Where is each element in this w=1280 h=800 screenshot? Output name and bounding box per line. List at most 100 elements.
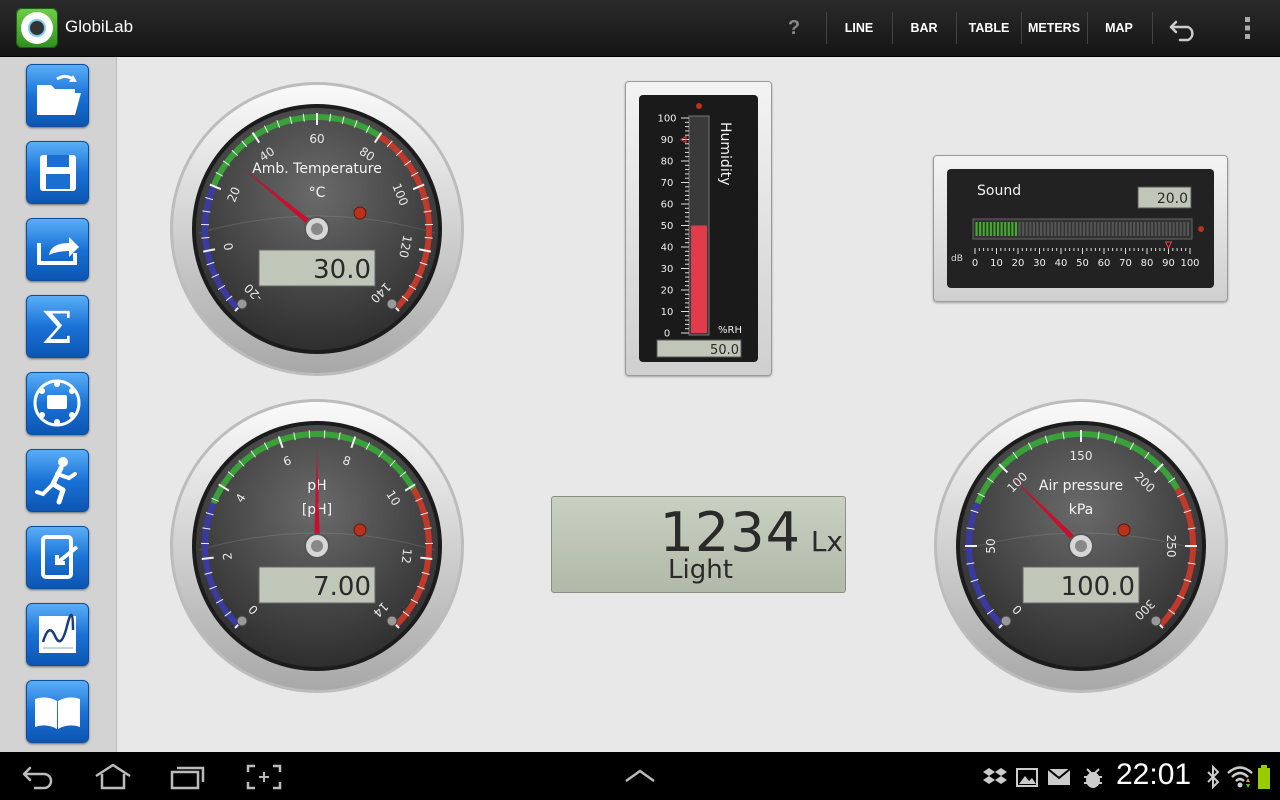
sound-tick-label: 90 bbox=[1162, 258, 1175, 269]
sound-bar-segment bbox=[1072, 222, 1075, 236]
graph-button[interactable] bbox=[26, 603, 89, 666]
sound-bar-segment bbox=[975, 222, 978, 236]
humidity-tick-label: 90 bbox=[661, 135, 674, 146]
tab-meters[interactable]: METERS bbox=[1022, 0, 1086, 56]
graph-icon bbox=[39, 613, 76, 653]
sound-bar-segment bbox=[1057, 222, 1060, 236]
gauge-minor-tick bbox=[424, 236, 433, 239]
humidity-tick-label: 30 bbox=[661, 264, 674, 275]
humidity-title: Humidity bbox=[717, 122, 733, 185]
humidity-tick-label: 50 bbox=[661, 221, 674, 232]
home-icon[interactable] bbox=[92, 762, 134, 790]
sound-tick-label: 50 bbox=[1076, 258, 1089, 269]
humidity-meter-graphic: 1009080706050403020100Humidity%RH50.0 bbox=[639, 95, 758, 362]
humidity-tick-label: 40 bbox=[661, 243, 674, 254]
wifi-icon bbox=[1227, 766, 1253, 788]
sound-bar-segment bbox=[1115, 222, 1118, 236]
humidity-unit: %RH bbox=[718, 325, 742, 336]
sound-bar-segment bbox=[1004, 222, 1007, 236]
up-arrow-icon[interactable] bbox=[624, 768, 656, 784]
tab-bar[interactable]: BAR bbox=[893, 0, 955, 56]
gauge-value: 100.0 bbox=[1061, 572, 1135, 602]
gauge-tick-label: 12 bbox=[399, 548, 415, 565]
gauge-needle-cap bbox=[311, 540, 323, 552]
gauge-minor-tick bbox=[308, 430, 311, 439]
sound-bar-segment bbox=[1183, 222, 1186, 236]
gauge-major-tick bbox=[420, 556, 433, 560]
gauge-max-screw bbox=[1150, 615, 1162, 627]
sound-unit: dB bbox=[951, 254, 963, 264]
sound-bar-segment bbox=[1129, 222, 1132, 236]
gauge-tick-label: 2 bbox=[220, 551, 235, 560]
tab-line[interactable]: LINE bbox=[828, 0, 890, 56]
sigma-icon: Σ bbox=[41, 303, 72, 354]
humidity-tick-label: 20 bbox=[661, 286, 674, 297]
sensor-setup-button[interactable] bbox=[26, 372, 89, 435]
sound-bar-segment bbox=[1186, 222, 1189, 236]
air-pressure-gauge[interactable]: 050100150200250300Air pressurekPa100.0 bbox=[933, 398, 1229, 694]
sound-bar-segment bbox=[1126, 222, 1129, 236]
open-file-button[interactable] bbox=[26, 64, 89, 127]
gauge-alarm-led bbox=[1117, 523, 1131, 537]
humidity-tick-label: 10 bbox=[661, 307, 674, 318]
sound-title: Sound bbox=[977, 183, 1021, 199]
app-logo-icon[interactable] bbox=[16, 8, 58, 48]
gauge-unit: °C bbox=[309, 185, 326, 201]
run-button[interactable] bbox=[26, 449, 89, 512]
sound-bar-segment bbox=[1169, 222, 1172, 236]
sound-bar-segment bbox=[1111, 222, 1114, 236]
gauge-tick-label: 60 bbox=[309, 132, 324, 146]
sound-bar-segment bbox=[1147, 222, 1150, 236]
overflow-menu-icon[interactable] bbox=[1238, 14, 1258, 42]
statistics-button[interactable]: Σ bbox=[26, 295, 89, 358]
sound-bar-segment bbox=[1172, 222, 1175, 236]
sound-bar-segment bbox=[1104, 222, 1107, 236]
recent-apps-icon[interactable] bbox=[170, 764, 206, 790]
sound-bar-segment bbox=[1043, 222, 1046, 236]
ph-gauge[interactable]: 02468101214pH[pH]7.00 bbox=[169, 398, 465, 694]
sound-tick-label: 80 bbox=[1141, 258, 1154, 269]
screenshot-icon[interactable] bbox=[246, 764, 282, 790]
sound-bar-segment bbox=[1029, 222, 1032, 236]
temperature-gauge[interactable]: -20020406080100120140Amb. Temperature°C3… bbox=[169, 81, 465, 377]
sound-tick-label: 40 bbox=[1055, 258, 1068, 269]
sound-bar-segment bbox=[1079, 222, 1082, 236]
save-button[interactable] bbox=[26, 141, 89, 204]
back-icon[interactable] bbox=[20, 762, 58, 790]
export-button[interactable] bbox=[26, 218, 89, 281]
tab-table[interactable]: TABLE bbox=[957, 0, 1021, 56]
sound-bar-segment bbox=[1075, 222, 1078, 236]
sound-bar-segment bbox=[1154, 222, 1157, 236]
gauge-needle-cap bbox=[1075, 540, 1087, 552]
humidity-meter[interactable]: 100 90 80 70 60 50 40 30 20 10 0 Humidity %RH 50.0 bbox=[625, 81, 772, 376]
import-icon bbox=[41, 535, 79, 579]
sound-bar-segment bbox=[1047, 222, 1050, 236]
gauge-needle-cap bbox=[311, 223, 323, 235]
sound-bar-segment bbox=[1040, 222, 1043, 236]
sound-bar-segment bbox=[1025, 222, 1028, 236]
book-icon bbox=[35, 697, 80, 729]
svg-text:Σ: Σ bbox=[41, 303, 72, 354]
sound-value: 20.0 bbox=[1157, 191, 1188, 207]
sound-bar-segment bbox=[1151, 222, 1154, 236]
sound-meter[interactable]: Sound 20.0 0 10 20 30 40 50 60 70 80 90 100 dB bbox=[933, 155, 1228, 302]
sound-tick-label: 30 bbox=[1033, 258, 1046, 269]
sound-bar-segment bbox=[1158, 222, 1161, 236]
sound-tick-label: 10 bbox=[990, 258, 1003, 269]
gauge-value: 30.0 bbox=[313, 255, 371, 285]
help-button[interactable]: ? bbox=[776, 0, 812, 56]
help-book-button[interactable] bbox=[26, 680, 89, 743]
humidity-value: 50.0 bbox=[710, 343, 739, 358]
sound-bar-segment bbox=[1093, 222, 1096, 236]
sound-bar-segment bbox=[1054, 222, 1057, 236]
sound-tick-label: 0 bbox=[972, 258, 978, 269]
run-icon bbox=[35, 457, 77, 505]
light-meter[interactable]: 1234 Lx Light bbox=[551, 496, 846, 593]
humidity-tick-label: 70 bbox=[661, 178, 674, 189]
save-icon bbox=[40, 155, 76, 191]
import-button[interactable] bbox=[26, 526, 89, 589]
undo-icon[interactable] bbox=[1168, 16, 1200, 42]
sound-bar-segment bbox=[1036, 222, 1039, 236]
sound-bar-segment bbox=[993, 222, 996, 236]
tab-map[interactable]: MAP bbox=[1088, 0, 1150, 56]
